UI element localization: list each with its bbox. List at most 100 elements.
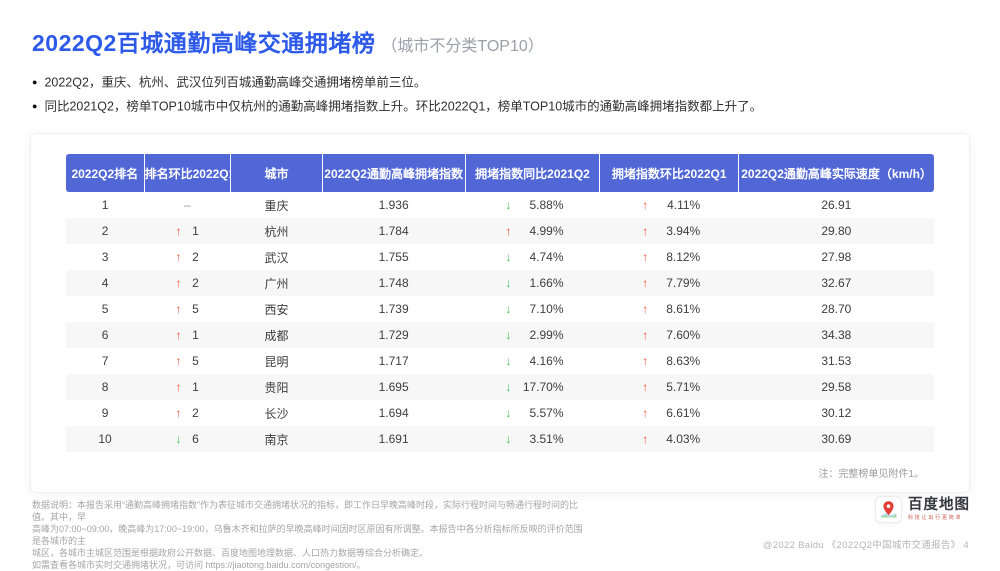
- change-value: 1: [192, 380, 199, 394]
- table-row: 3 ↑ 2 武汉 1.755 ↓ 4.74% ↑ 8.12% 27.98: [66, 244, 934, 270]
- yoy-change-cell: ↓ 2.99%: [465, 322, 600, 348]
- summary-bullet-1: ● 2022Q2，重庆、杭州、武汉位列百城通勤高峰交通拥堵榜单前三位。: [32, 75, 427, 90]
- yoy-change-cell: ↓ 17.70%: [465, 374, 600, 400]
- change-value: 5.71%: [666, 380, 701, 394]
- change-value: 1.66%: [529, 276, 564, 290]
- speed-cell: 30.69: [821, 432, 852, 446]
- rank-cell: 8: [101, 380, 109, 394]
- change-value: 4.74%: [529, 250, 564, 264]
- table-footnote: 注：完整榜单见附件1。: [818, 469, 924, 480]
- yoy-change-cell: ↓ 4.74%: [465, 244, 600, 270]
- change-value: 4.03%: [666, 432, 701, 446]
- arrow-up-icon: ↑: [642, 328, 649, 342]
- arrow-up-icon: ↑: [642, 250, 649, 264]
- arrow-up-icon: ↑: [642, 432, 649, 446]
- congestion-index-cell: 1.739: [378, 302, 409, 316]
- table-row: 7 ↑ 5 昆明 1.717 ↓ 4.16% ↑ 8.63% 31.53: [66, 348, 934, 374]
- arrow-down-icon: ↓: [505, 406, 512, 420]
- arrow-up-icon: ↑: [175, 328, 182, 342]
- arrow-down-icon: ↓: [505, 354, 512, 368]
- arrow-down-icon: ↓: [505, 276, 512, 290]
- report-header: 2022Q2百城通勤高峰交通拥堵榜 （城市不分类TOP10） ● 2022Q2，重庆…: [0, 0, 1000, 118]
- ranking-table-card: 2022Q2排名 排名环比2022Q1 城市 2022Q2通勤高峰拥堵指数 拥堵指数同比…: [30, 133, 970, 493]
- map-pin-icon: [875, 496, 902, 523]
- arrow-up-icon: ↑: [175, 250, 182, 264]
- arrow-up-icon: ↑: [642, 276, 649, 290]
- arrow-down-icon: ↓: [175, 432, 182, 446]
- qoq-change-cell: ↑ 5.71%: [600, 374, 739, 400]
- congestion-ranking-table: 2022Q2排名 排名环比2022Q1 城市 2022Q2通勤高峰拥堵指数 拥堵指数同比…: [66, 154, 934, 452]
- speed-cell: 29.80: [821, 224, 852, 238]
- change-value: 1: [192, 328, 199, 342]
- congestion-index-cell: 1.748: [378, 276, 409, 290]
- bullet-dot-icon: ●: [32, 100, 38, 111]
- speed-cell: 26.91: [821, 198, 852, 212]
- column-header-1: 排名环比2022Q1: [143, 154, 231, 192]
- no-change-dash: –: [184, 198, 191, 212]
- rank-cell: 9: [101, 406, 109, 420]
- bullet-dot-icon: ●: [32, 77, 38, 87]
- speed-cell: 28.70: [821, 302, 852, 316]
- speed-cell: 31.53: [821, 354, 852, 368]
- arrow-up-icon: ↑: [642, 380, 649, 394]
- rank-change-cell: ↑ 2: [144, 244, 231, 270]
- rank-change-cell: ↑ 5: [144, 296, 231, 322]
- rank-change-cell: ↑ 1: [144, 374, 231, 400]
- arrow-down-icon: ↓: [505, 302, 512, 316]
- yoy-change-cell: ↑ 4.99%: [465, 218, 600, 244]
- speed-cell: 30.12: [821, 406, 852, 420]
- rank-cell: 4: [101, 276, 109, 290]
- city-cell: 西安: [264, 302, 289, 317]
- change-value: 5: [192, 302, 199, 316]
- city-cell: 成都: [264, 328, 289, 343]
- rank-change-cell: ↑ 1: [144, 218, 231, 244]
- speed-cell: 29.58: [821, 380, 852, 394]
- congestion-index-cell: 1.755: [378, 250, 409, 264]
- city-cell: 重庆: [264, 198, 289, 213]
- congestion-index-cell: 1.695: [378, 380, 409, 394]
- yoy-change-cell: ↓ 1.66%: [465, 270, 600, 296]
- page-title: 2022Q2百城通勤高峰交通拥堵榜: [32, 30, 376, 56]
- arrow-up-icon: ↑: [175, 302, 182, 316]
- column-header-3: 2022Q2通勤高峰拥堵指数: [321, 154, 466, 192]
- qoq-change-cell: ↑ 7.79%: [600, 270, 739, 296]
- congestion-index-cell: 1.717: [378, 354, 409, 368]
- table-row: 1 – 重庆 1.936 ↓ 5.88% ↑ 4.11% 26.91: [66, 192, 934, 218]
- rank-cell: 3: [101, 250, 109, 264]
- change-value: 1: [192, 224, 199, 238]
- arrow-up-icon: ↑: [175, 224, 182, 238]
- congestion-index-cell: 1.936: [378, 198, 409, 212]
- arrow-up-icon: ↑: [175, 380, 182, 394]
- speed-cell: 32.67: [821, 276, 852, 290]
- change-value: 7.10%: [529, 302, 564, 316]
- change-value: 2.99%: [529, 328, 564, 342]
- page-title-suffix: （城市不分类TOP10）: [381, 38, 544, 55]
- arrow-down-icon: ↓: [505, 432, 512, 446]
- speed-cell: 34.38: [821, 328, 852, 342]
- arrow-down-icon: ↓: [505, 380, 512, 394]
- summary-bullet-2: ● 同比2021Q2，榜单TOP10城市中仅杭州的通勤高峰拥堵指数上升。环比202…: [32, 99, 763, 113]
- rank-change-cell: ↑ 5: [144, 348, 231, 374]
- change-value: 6.61%: [666, 406, 701, 420]
- qoq-change-cell: ↑ 6.61%: [600, 400, 739, 426]
- column-header-0: 2022Q2排名: [66, 154, 145, 192]
- rank-change-cell: ↓ 6: [144, 426, 231, 452]
- arrow-down-icon: ↓: [505, 198, 512, 212]
- summary-bullets: ● 2022Q2，重庆、杭州、武汉位列百城通勤高峰交通拥堵榜单前三位。 ● 同比20…: [32, 71, 968, 118]
- arrow-up-icon: ↑: [642, 406, 649, 420]
- rank-change-cell: ↑ 2: [144, 270, 231, 296]
- data-description: 数据说明：本报告采用“通勤高峰拥堵指数”作为表征城市交通拥堵状况的指标，即工作日…: [32, 499, 588, 571]
- rank-cell: 10: [98, 432, 112, 446]
- table-row: 4 ↑ 2 广州 1.748 ↓ 1.66% ↑ 7.79% 32.67: [66, 270, 934, 296]
- rank-change-cell: –: [144, 192, 231, 218]
- qoq-change-cell: ↑ 8.63%: [600, 348, 739, 374]
- change-value: 2: [192, 276, 199, 290]
- yoy-change-cell: ↓ 5.88%: [465, 192, 600, 218]
- change-value: 8.63%: [666, 354, 701, 368]
- city-cell: 杭州: [264, 224, 289, 239]
- qoq-change-cell: ↑ 8.12%: [600, 244, 739, 270]
- logo-name: 百度地图: [908, 497, 970, 513]
- change-value: 7.79%: [666, 276, 701, 290]
- qoq-change-cell: ↑ 8.61%: [600, 296, 739, 322]
- change-value: 3.94%: [666, 224, 701, 238]
